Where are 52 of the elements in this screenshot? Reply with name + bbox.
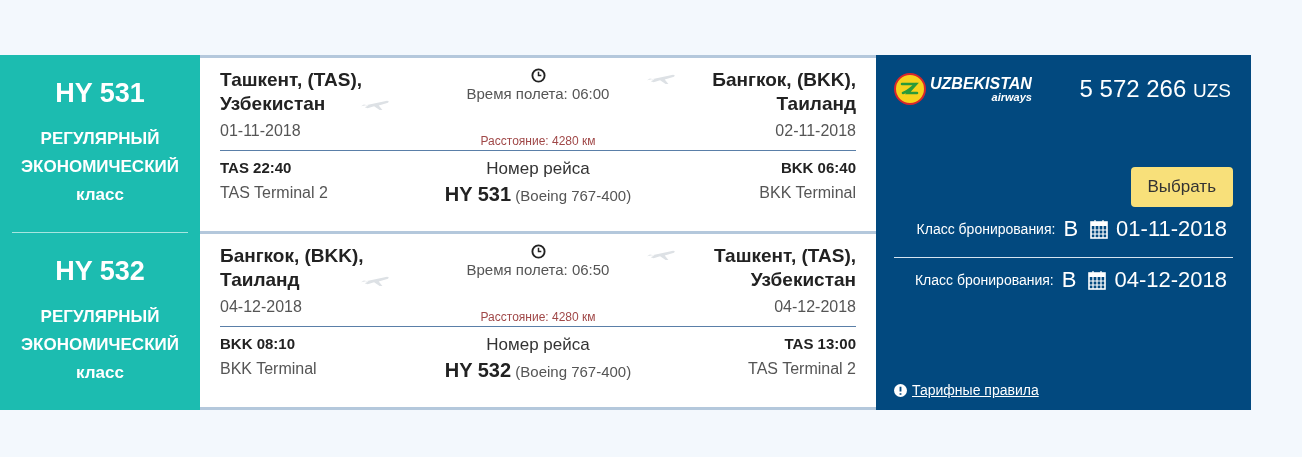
booking-class-label: Класс бронирования: xyxy=(914,272,1054,288)
plane-icon xyxy=(360,98,390,111)
fare-class: РЕГУЛЯРНЫЙ ЭКОНОМИЧЕСКИЙ класс xyxy=(20,128,180,206)
booking-date: 01-11-2018 xyxy=(1116,216,1227,242)
departure-date: 04-12-2018 xyxy=(220,298,303,316)
flight-duration: Время полета: 06:00 xyxy=(466,85,610,102)
currency: UZS xyxy=(1193,80,1231,101)
arrival-time: BKK 06:40 xyxy=(780,159,856,176)
airline-subtitle: airways xyxy=(991,91,1032,103)
info-icon xyxy=(894,383,907,397)
flight-number: HY 532 xyxy=(444,359,512,381)
plane-icon xyxy=(646,248,676,261)
departure-terminal: TAS Terminal 2 xyxy=(220,184,329,202)
flight-number: HY 531 xyxy=(444,183,512,205)
origin-city: Ташкент, (TAS), Узбекистан xyxy=(220,68,390,116)
arrival-time: TAS 13:00 xyxy=(784,335,856,352)
airline-logo-icon xyxy=(894,73,926,105)
booking-class: B xyxy=(1063,216,1079,242)
distance-text: Расстояние: 4280 км xyxy=(479,310,597,324)
flight-number-label: Номер рейса xyxy=(486,159,590,179)
booking-class-label: Класс бронирования: xyxy=(916,221,1056,237)
airline-name: UZBEKISTAN xyxy=(930,75,1032,93)
flight-number-label: Номер рейса xyxy=(486,335,590,355)
fare-class: РЕГУЛЯРНЫЙ ЭКОНОМИЧЕСКИЙ класс xyxy=(20,306,180,384)
flight-code: HY 531 xyxy=(55,78,145,109)
calendar-icon xyxy=(1090,219,1109,239)
distance-text: Расстояние: 4280 км xyxy=(479,134,597,148)
clock-icon xyxy=(530,68,546,83)
booking-date: 04-12-2018 xyxy=(1114,267,1227,293)
select-button[interactable]: Выбрать xyxy=(1130,167,1233,207)
booking-class: B xyxy=(1061,267,1077,293)
arrival-terminal: TAS Terminal 2 xyxy=(748,360,856,378)
arrival-date: 02-11-2018 xyxy=(775,122,856,140)
clock-icon xyxy=(530,244,546,259)
departure-time: BKK 08:10 xyxy=(220,335,297,352)
destination-city: Бангкок, (BKK), Таиланд xyxy=(686,68,856,116)
arrival-terminal: BKK Terminal xyxy=(759,184,856,202)
plane-icon xyxy=(646,72,676,85)
calendar-icon xyxy=(1088,270,1107,290)
destination-city: Ташкент, (TAS), Узбекистан xyxy=(686,244,856,292)
plane-icon xyxy=(360,274,390,287)
departure-date: 01-11-2018 xyxy=(220,122,302,140)
origin-city: Бангкок, (BKK), Таиланд xyxy=(220,244,390,292)
price: 5 572 266 xyxy=(1079,75,1187,102)
aircraft-type: (Boeing 767-400) xyxy=(515,363,632,380)
fare-rules-link[interactable]: Тарифные правила xyxy=(912,382,1039,398)
arrival-date: 04-12-2018 xyxy=(774,298,856,316)
flight-code: HY 532 xyxy=(55,256,145,287)
departure-time: TAS 22:40 xyxy=(220,159,293,176)
flight-duration: Время полета: 06:50 xyxy=(466,261,610,278)
departure-terminal: BKK Terminal xyxy=(220,360,318,378)
aircraft-type: (Boeing 767-400) xyxy=(515,187,632,204)
